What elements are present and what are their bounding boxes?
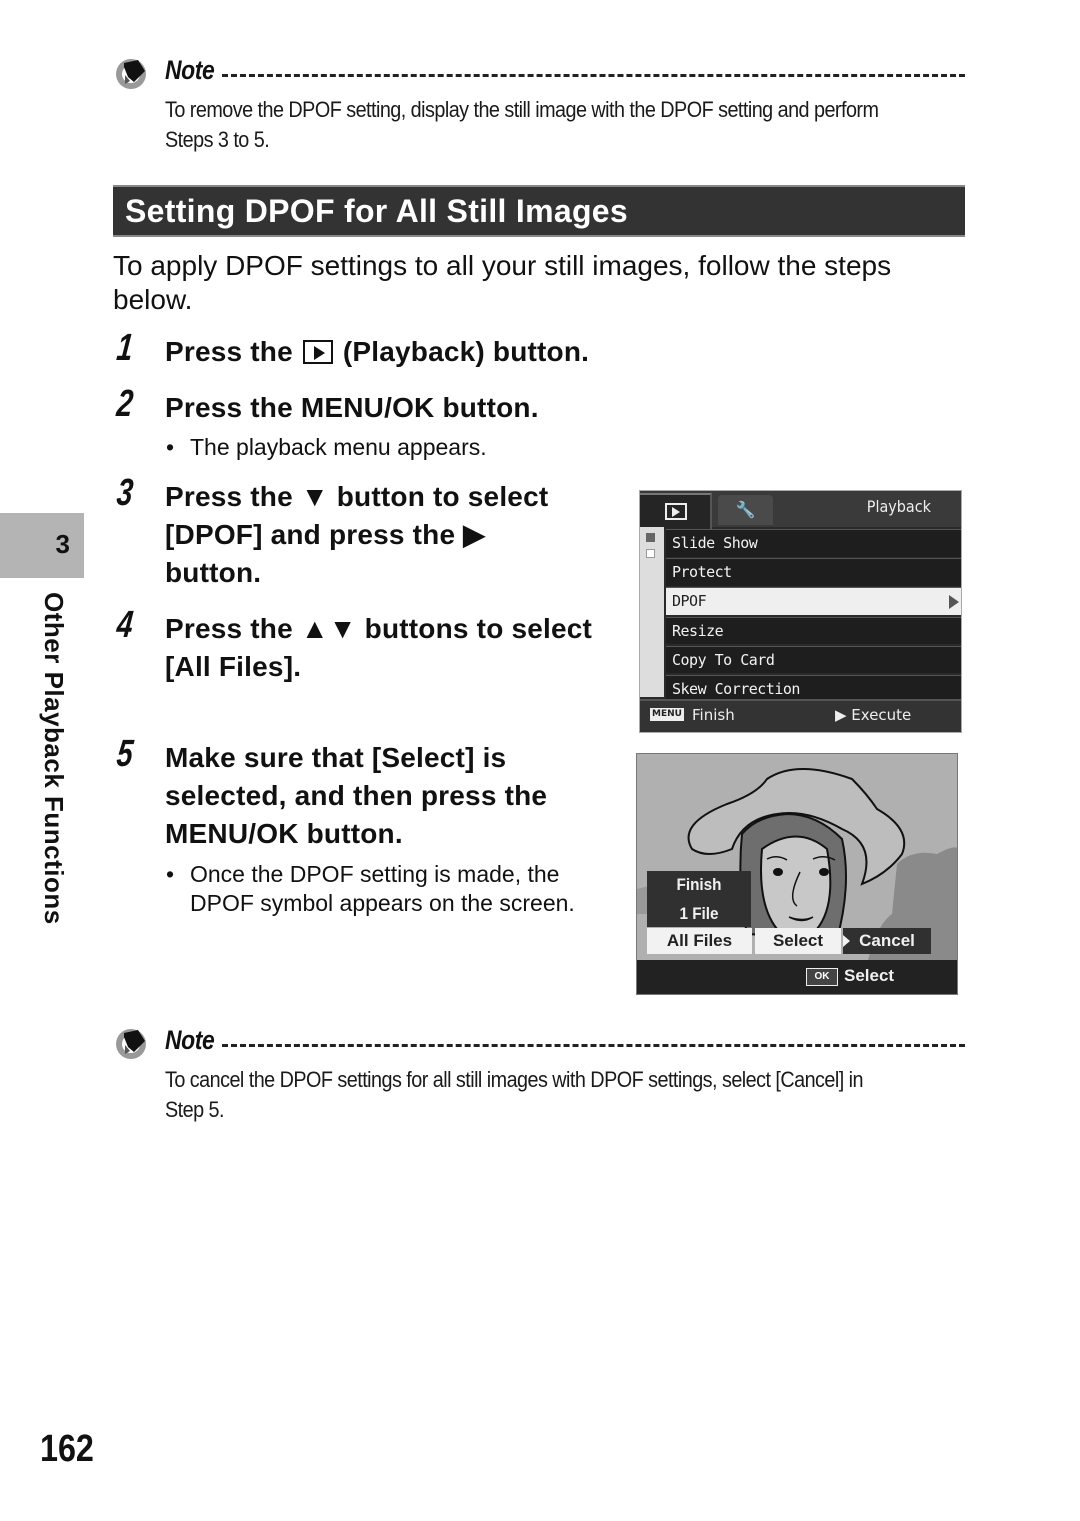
- note-icon: [116, 59, 146, 89]
- menu-footer: MENU Finish ▶ Execute: [640, 699, 961, 732]
- step-text-line: Press the ▲▼ buttons to select: [165, 613, 593, 644]
- intro-line: To apply DPOF settings to all your still…: [113, 250, 892, 281]
- menu-list: Slide Show Protect DPOF Resize Copy To C…: [666, 529, 961, 704]
- step-text: Press the ▼ button to select [DPOF] and …: [165, 478, 548, 592]
- menu-item-label: Resize: [672, 621, 724, 640]
- chapter-title: Other Playback Functions: [39, 592, 69, 925]
- note-text-line: To remove the DPOF setting, display the …: [165, 97, 879, 122]
- tab-playback[interactable]: [640, 493, 712, 529]
- chapter-tab: 3: [0, 513, 84, 578]
- menu-item-slide-show[interactable]: Slide Show: [666, 529, 961, 557]
- option-select[interactable]: Select: [755, 928, 841, 954]
- menu-item-label: Copy To Card: [672, 650, 775, 669]
- camera-dpof-screen: Finish 1 File All Files Select Cancel OK…: [636, 753, 958, 995]
- note-text: To remove the DPOF setting, display the …: [165, 95, 966, 155]
- menu-item-label: Protect: [672, 563, 732, 582]
- step-bullet: • Once the DPOF setting is made, the DPOF…: [166, 860, 575, 918]
- menu-key-icon: MENU: [650, 708, 684, 721]
- option-cancel[interactable]: Cancel: [843, 928, 931, 954]
- note-title: Note: [165, 55, 215, 85]
- page-indicator-current: [646, 533, 655, 542]
- bullet-dot: •: [166, 861, 175, 887]
- bullet-dot: •: [166, 434, 175, 460]
- step-text: Press the (Playback) button.: [165, 333, 589, 371]
- camera-playback-menu: 🔧 Playback Slide Show Protect DPOF Resiz…: [639, 490, 962, 733]
- note-title: Note: [165, 1025, 215, 1055]
- step-text: Press the ▲▼ buttons to select [All File…: [165, 610, 592, 686]
- page-indicator-next: [646, 549, 655, 558]
- menu-title: Playback: [866, 497, 931, 516]
- option-finish[interactable]: Finish: [652, 875, 746, 895]
- step-text-line: [DPOF] and press the ▶: [165, 519, 485, 550]
- footer-execute: ▶ Execute: [835, 706, 912, 724]
- step-bullet: • The playback menu appears.: [166, 433, 487, 462]
- section-header: Setting DPOF for All Still Images: [113, 185, 965, 237]
- bullet-text: The playback menu appears.: [190, 434, 487, 460]
- arrow-right-icon: [843, 935, 850, 947]
- menu-item-resize[interactable]: Resize: [666, 616, 961, 645]
- option-1-file[interactable]: 1 File: [652, 904, 746, 924]
- note-divider: [222, 1044, 965, 1047]
- step-text-part: Press the: [165, 336, 293, 367]
- chapter-number: 3: [55, 529, 70, 559]
- step-text-line: [All Files].: [165, 651, 302, 682]
- bullet-text: Once the DPOF setting is made, the: [190, 861, 560, 887]
- step-number: 5: [114, 733, 136, 775]
- menu-item-protect[interactable]: Protect: [666, 558, 961, 586]
- step-number: 4: [114, 604, 136, 646]
- menu-item-copy-to-card[interactable]: Copy To Card: [666, 645, 961, 674]
- page-number: 162: [40, 1428, 94, 1470]
- step-text-line: Make sure that [Select] is: [165, 742, 507, 773]
- footer-finish: Finish: [692, 706, 735, 724]
- menu-item-label: Slide Show: [672, 534, 758, 552]
- bullet-text: DPOF symbol appears on the screen.: [190, 890, 575, 916]
- playback-icon: [302, 340, 333, 364]
- menu-item-dpof[interactable]: DPOF: [666, 587, 961, 615]
- step-text-line: selected, and then press the: [165, 780, 548, 811]
- option-all-files[interactable]: All Files: [647, 928, 752, 954]
- note-text: To cancel the DPOF settings for all stil…: [165, 1065, 966, 1125]
- ok-key-icon: OK: [806, 968, 838, 986]
- page-indicator: [640, 527, 664, 697]
- note-icon: [116, 1029, 146, 1059]
- step-number: 2: [114, 383, 136, 425]
- menu-item-label: Skew Correction: [672, 679, 800, 698]
- footer-select: Select: [844, 966, 895, 985]
- menu-item-label: DPOF: [672, 592, 707, 611]
- wrench-icon: 🔧: [735, 500, 756, 519]
- step-number: 1: [114, 327, 136, 369]
- note-text-line: Steps 3 to 5.: [165, 127, 270, 152]
- note-text-line: Step 5.: [165, 1097, 225, 1122]
- note-divider: [222, 74, 965, 77]
- step-text: Make sure that [Select] is selected, and…: [165, 739, 547, 853]
- screen-footer: OK Select: [637, 960, 957, 994]
- menu-tabs: 🔧 Playback: [640, 491, 961, 529]
- note-text-line: To cancel the DPOF settings for all stil…: [165, 1067, 864, 1092]
- step-text-line: button.: [165, 557, 262, 588]
- section-intro: To apply DPOF settings to all your still…: [113, 249, 963, 317]
- step-text-line: MENU/OK button.: [165, 818, 403, 849]
- section-title: Setting DPOF for All Still Images: [125, 193, 628, 229]
- playback-icon: [665, 503, 687, 520]
- tab-setup[interactable]: 🔧: [718, 495, 773, 525]
- step-text-part: (Playback) button.: [342, 336, 590, 367]
- step-text-line: Press the ▼ button to select: [165, 481, 549, 512]
- intro-line: below.: [113, 284, 193, 315]
- step-text: Press the MENU/OK button.: [165, 392, 539, 423]
- step-number: 3: [114, 472, 136, 514]
- arrow-right-icon: [949, 595, 959, 610]
